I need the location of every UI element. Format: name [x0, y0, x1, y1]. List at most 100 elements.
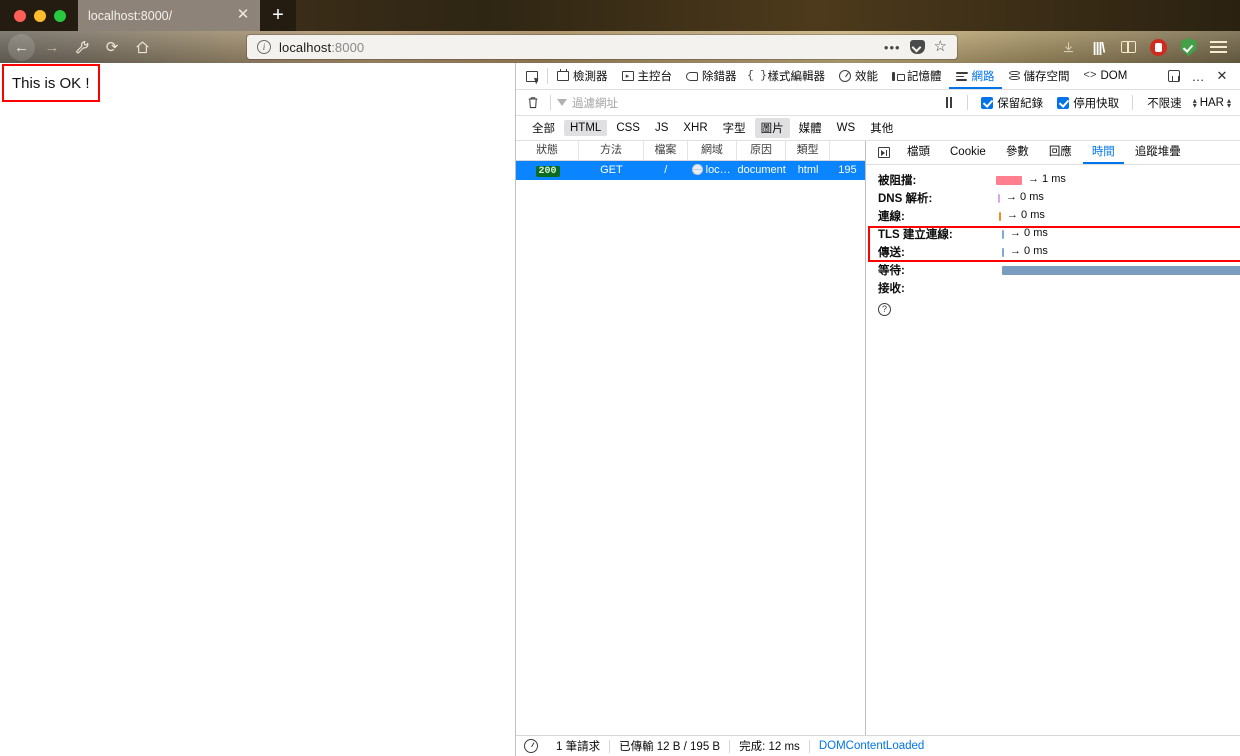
filter-tab-html[interactable]: HTML [564, 120, 607, 136]
filter-tab-image[interactable]: 圖片 [755, 118, 790, 138]
column-header-domain[interactable]: 網域 [688, 141, 737, 160]
har-chevron-icon[interactable]: ▴▾ [1227, 98, 1231, 108]
filter-tab-media[interactable]: 媒體 [793, 118, 828, 138]
devtools-tool-storage[interactable]: 儲存空間 [1002, 63, 1077, 89]
transferred-size: 已傳輸 12 B / 195 B [610, 738, 729, 754]
har-menu[interactable]: HAR [1200, 97, 1224, 109]
devtools-tool-memory[interactable]: 記憶體 [885, 63, 949, 89]
timing-row-connect: 連線: → 0 ms [878, 207, 1240, 225]
request-count: 1 筆請求 [547, 738, 609, 754]
timing-label: 傳送: [878, 244, 996, 260]
trash-icon[interactable] [522, 92, 544, 114]
timing-bar [999, 212, 1001, 221]
tab-stack-trace[interactable]: 追蹤堆疊 [1126, 141, 1190, 164]
library-icon[interactable]: |||\ [1085, 34, 1112, 60]
menu-icon[interactable] [1205, 34, 1232, 60]
table-row[interactable]: 200 GET / loc… document html 195 [516, 161, 865, 180]
cell-domain: loc… [688, 161, 738, 180]
column-header-method[interactable]: 方法 [579, 141, 644, 160]
tab-title: localhost:8000/ [88, 9, 234, 23]
timing-row-receive: 接收: → 0 ms [878, 279, 1240, 297]
devtools-tool-style-editor[interactable]: { } 樣式編輯器 [744, 63, 833, 89]
filter-tab-font[interactable]: 字型 [717, 118, 752, 138]
disable-cache-checkbox[interactable]: 停用快取 [1050, 95, 1126, 111]
column-header-cause[interactable]: 原因 [737, 141, 786, 160]
zoom-window-button[interactable] [54, 10, 66, 22]
site-info-icon[interactable]: i [257, 40, 271, 54]
devtools-tool-debugger[interactable]: 除錯器 [679, 63, 744, 89]
tab-cookies[interactable]: Cookie [941, 141, 995, 164]
cell-size: 195 [830, 161, 865, 180]
checkbox-icon [981, 97, 993, 109]
style-editor-icon: { } [751, 70, 764, 83]
shield-icon[interactable] [1175, 34, 1202, 60]
tab-headers[interactable]: 檔頭 [898, 141, 939, 164]
page-content: This is OK ! [0, 63, 515, 756]
pause-icon[interactable] [937, 97, 961, 108]
tab-response[interactable]: 回應 [1040, 141, 1081, 164]
more-options-icon[interactable]: … [1187, 65, 1209, 87]
filter-tab-css[interactable]: CSS [610, 120, 646, 136]
annotation-highlight-box: This is OK ! [2, 64, 100, 102]
filter-placeholder: 過濾網址 [572, 95, 618, 111]
wrench-icon[interactable] [67, 34, 97, 60]
throttling-select[interactable]: 不限速 [1139, 95, 1190, 111]
network-throttle-icon[interactable] [524, 739, 538, 753]
ublock-origin-icon[interactable] [1145, 34, 1172, 60]
column-header-status[interactable]: 狀態 [516, 141, 579, 160]
tool-label: DOM [1101, 70, 1128, 82]
devtools-tool-console[interactable]: 主控台 [615, 63, 680, 89]
browser-tab[interactable]: localhost:8000/ ✕ [78, 0, 260, 31]
downloads-icon[interactable] [1055, 34, 1082, 60]
filter-tab-xhr[interactable]: XHR [677, 120, 713, 136]
throttling-chevron-icon[interactable]: ▴▾ [1193, 98, 1197, 108]
devtools-tool-picker[interactable] [519, 63, 545, 89]
responsive-design-icon[interactable] [1163, 65, 1185, 87]
devtools-tool-performance[interactable]: 效能 [832, 63, 885, 89]
tab-params[interactable]: 參數 [997, 141, 1038, 164]
filter-tab-other[interactable]: 其他 [864, 118, 899, 138]
back-button[interactable]: ← [8, 34, 35, 61]
minimize-window-button[interactable] [34, 10, 46, 22]
sidebar-icon[interactable] [1115, 34, 1142, 60]
filter-divider-3 [1132, 95, 1133, 110]
help-icon[interactable]: ? [878, 303, 891, 316]
request-list-pane: 狀態 方法 檔案 網域 原因 類型 200 GET / [516, 141, 866, 735]
page-actions-icon[interactable]: ••• [884, 40, 901, 55]
filter-tab-all[interactable]: 全部 [526, 118, 561, 138]
filter-tab-ws[interactable]: WS [831, 120, 862, 136]
timing-track: → 0 ms [996, 243, 1240, 261]
reload-button[interactable]: ⟳ [97, 34, 127, 60]
filter-tab-js[interactable]: JS [649, 120, 674, 136]
cell-method: GET [579, 161, 644, 180]
column-header-type[interactable]: 類型 [786, 141, 830, 160]
timing-track: → 0 ms [996, 279, 1240, 297]
filter-url-input[interactable]: 過濾網址 [557, 95, 618, 111]
home-button[interactable] [127, 34, 157, 60]
tool-label: 主控台 [638, 68, 673, 84]
tab-timings[interactable]: 時間 [1083, 141, 1124, 164]
bookmark-star-icon[interactable]: ☆ [934, 40, 947, 54]
timing-row-dns: DNS 解析: → 0 ms [878, 189, 1240, 207]
close-tab-icon[interactable]: ✕ [234, 7, 252, 25]
pocket-icon[interactable] [910, 40, 925, 54]
timing-row-send: 傳送: → 0 ms [878, 243, 1240, 261]
url-bar-actions: ••• ☆ [884, 40, 951, 55]
column-header-size[interactable] [830, 141, 865, 160]
timing-value: → 0 ms [1010, 245, 1048, 257]
devtools-tool-inspector[interactable]: 檢測器 [550, 63, 615, 89]
close-devtools-icon[interactable]: ✕ [1211, 65, 1233, 87]
persist-logs-checkbox[interactable]: 保留紀錄 [974, 95, 1050, 111]
forward-button[interactable]: → [37, 34, 67, 60]
console-icon [622, 71, 634, 81]
resend-request-icon[interactable] [872, 141, 896, 164]
close-window-button[interactable] [14, 10, 26, 22]
column-header-file[interactable]: 檔案 [644, 141, 688, 160]
new-tab-button[interactable]: + [260, 0, 296, 31]
funnel-icon [557, 99, 567, 106]
url-bar[interactable]: i localhost:8000 ••• ☆ [247, 35, 957, 59]
devtools-tool-dom[interactable]: <> DOM [1077, 63, 1135, 89]
timing-label: TLS 建立連線: [878, 226, 996, 242]
devtools-tool-network[interactable]: 網路 [949, 63, 1002, 89]
devtools-toolbar-actions: … ✕ [1163, 65, 1237, 87]
